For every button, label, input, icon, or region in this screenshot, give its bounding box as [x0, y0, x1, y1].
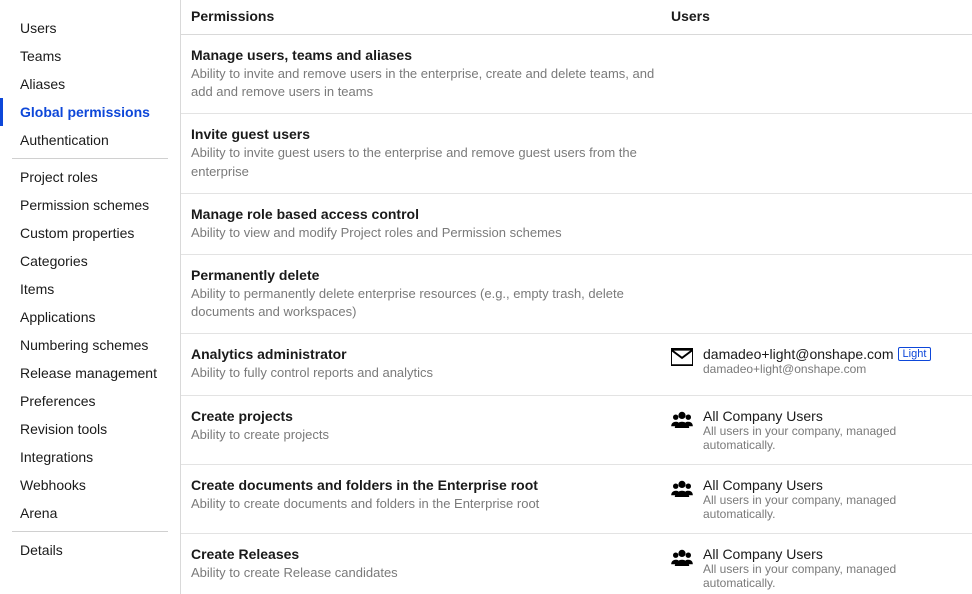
permission-description: Ability to view and modify Project roles… [191, 224, 671, 242]
sidebar-item-preferences[interactable]: Preferences [0, 387, 168, 415]
sidebar-item-aliases[interactable]: Aliases [0, 70, 168, 98]
permission-description: Ability to create projects [191, 426, 671, 444]
permission-title: Analytics administrator [191, 346, 671, 362]
permission-title: Permanently delete [191, 267, 671, 283]
group-icon [671, 548, 693, 566]
permission-row[interactable]: Manage role based access control Ability … [181, 194, 972, 255]
sidebar-group-1: UsersTeamsAliasesGlobal permissionsAuthe… [12, 10, 168, 159]
user-subtext: All users in your company, managed autom… [703, 493, 962, 521]
user-entry: All Company UsersAll users in your compa… [671, 546, 962, 590]
sidebar-item-users[interactable]: Users [0, 14, 168, 42]
sidebar-item-items[interactable]: Items [0, 275, 168, 303]
permission-row[interactable]: Invite guest users Ability to invite gues… [181, 114, 972, 193]
user-subtext: damadeo+light@onshape.com [703, 362, 931, 376]
permission-row[interactable]: Create projects Ability to create project… [181, 396, 972, 465]
permission-description: Ability to permanently delete enterprise… [191, 285, 671, 321]
permission-description: Ability to create Release candidates [191, 564, 671, 582]
sidebar-item-categories[interactable]: Categories [0, 247, 168, 275]
permission-row[interactable]: Manage users, teams and aliases Ability t… [181, 35, 972, 114]
user-subtext: All users in your company, managed autom… [703, 424, 962, 452]
user-entry: All Company UsersAll users in your compa… [671, 477, 962, 521]
sidebar-item-integrations[interactable]: Integrations [0, 443, 168, 471]
user-subtext: All users in your company, managed autom… [703, 562, 962, 590]
sidebar-item-applications[interactable]: Applications [0, 303, 168, 331]
main-panel: Permissions Users Manage users, teams an… [180, 0, 972, 594]
permission-title: Create documents and folders in the Ente… [191, 477, 671, 493]
permission-title: Manage users, teams and aliases [191, 47, 671, 63]
sidebar-group-3: Details [12, 532, 168, 568]
sidebar-item-authentication[interactable]: Authentication [0, 126, 168, 154]
permission-description: Ability to invite guest users to the ent… [191, 144, 671, 180]
user-name: All Company Users [703, 408, 823, 424]
permission-description: Ability to fully control reports and ana… [191, 364, 671, 382]
permission-title: Invite guest users [191, 126, 671, 142]
sidebar-item-teams[interactable]: Teams [0, 42, 168, 70]
group-icon [671, 410, 693, 428]
sidebar-item-details[interactable]: Details [0, 536, 168, 564]
permissions-list: Manage users, teams and aliases Ability t… [181, 35, 972, 594]
user-badge: Light [898, 347, 932, 361]
sidebar-item-numbering-schemes[interactable]: Numbering schemes [0, 331, 168, 359]
header-permissions: Permissions [191, 8, 671, 24]
sidebar-item-release-management[interactable]: Release management [0, 359, 168, 387]
user-entry: damadeo+light@onshape.comLightdamadeo+li… [671, 346, 962, 376]
user-name: All Company Users [703, 546, 823, 562]
user-name: damadeo+light@onshape.com [703, 346, 894, 362]
sidebar-item-arena[interactable]: Arena [0, 499, 168, 527]
permission-title: Create projects [191, 408, 671, 424]
sidebar-item-permission-schemes[interactable]: Permission schemes [0, 191, 168, 219]
sidebar-item-webhooks[interactable]: Webhooks [0, 471, 168, 499]
permission-title: Create Releases [191, 546, 671, 562]
table-header: Permissions Users [181, 0, 972, 35]
user-entry: All Company UsersAll users in your compa… [671, 408, 962, 452]
permission-row[interactable]: Permanently delete Ability to permanently… [181, 255, 972, 334]
envelope-icon [671, 348, 693, 366]
permission-row[interactable]: Create documents and folders in the Ente… [181, 465, 972, 534]
permission-description: Ability to invite and remove users in th… [191, 65, 671, 101]
sidebar-item-revision-tools[interactable]: Revision tools [0, 415, 168, 443]
sidebar-item-global-permissions[interactable]: Global permissions [0, 98, 168, 126]
sidebar-item-custom-properties[interactable]: Custom properties [0, 219, 168, 247]
group-icon [671, 479, 693, 497]
sidebar: UsersTeamsAliasesGlobal permissionsAuthe… [0, 0, 180, 594]
header-users: Users [671, 8, 962, 24]
permission-row[interactable]: Create Releases Ability to create Release… [181, 534, 972, 594]
permission-description: Ability to create documents and folders … [191, 495, 671, 513]
sidebar-item-project-roles[interactable]: Project roles [0, 163, 168, 191]
user-name: All Company Users [703, 477, 823, 493]
permission-title: Manage role based access control [191, 206, 671, 222]
permission-row[interactable]: Analytics administrator Ability to fully … [181, 334, 972, 395]
sidebar-group-2: Project rolesPermission schemesCustom pr… [12, 159, 168, 532]
